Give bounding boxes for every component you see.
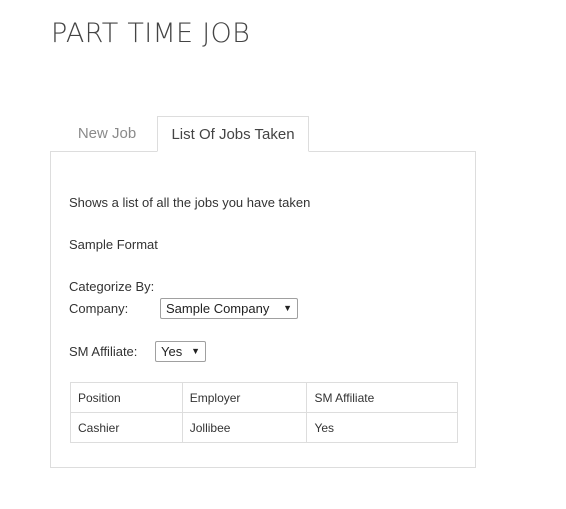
column-header-employer: Employer xyxy=(181,382,308,413)
panel-description: Shows a list of all the jobs you have ta… xyxy=(69,195,311,210)
sample-format-label: Sample Format xyxy=(69,237,158,252)
categorize-by-label: Categorize By: xyxy=(69,279,155,294)
table-header-row: Position Employer SM Affiliate xyxy=(70,382,458,413)
sm-affiliate-label: SM Affiliate: xyxy=(69,344,138,359)
sm-affiliate-select-value: Yes xyxy=(161,344,183,359)
tab-bar: New Job List Of Jobs Taken xyxy=(51,116,475,152)
column-header-position: Position xyxy=(70,382,183,413)
table-row: Cashier Jollibee Yes xyxy=(70,412,458,443)
cell-position: Cashier xyxy=(70,412,183,443)
sm-affiliate-select[interactable]: Yes ▼ xyxy=(155,341,206,362)
company-select-value: Sample Company xyxy=(166,301,270,316)
chevron-down-icon: ▼ xyxy=(191,346,200,356)
tab-list-of-jobs-taken[interactable]: List Of Jobs Taken xyxy=(157,116,309,152)
column-header-sm-affiliate: SM Affiliate xyxy=(306,382,458,413)
chevron-down-icon: ▼ xyxy=(283,303,292,313)
page-title: PART TIME JOB xyxy=(51,18,251,49)
cell-sm-affiliate: Yes xyxy=(306,412,458,443)
cell-employer: Jollibee xyxy=(181,412,308,443)
tab-new-job[interactable]: New Job xyxy=(57,116,157,152)
company-label: Company: xyxy=(69,301,129,316)
jobs-table: Position Employer SM Affiliate Cashier J… xyxy=(70,382,458,443)
jobs-taken-panel: Shows a list of all the jobs you have ta… xyxy=(50,151,476,468)
company-select[interactable]: Sample Company ▼ xyxy=(160,298,298,319)
